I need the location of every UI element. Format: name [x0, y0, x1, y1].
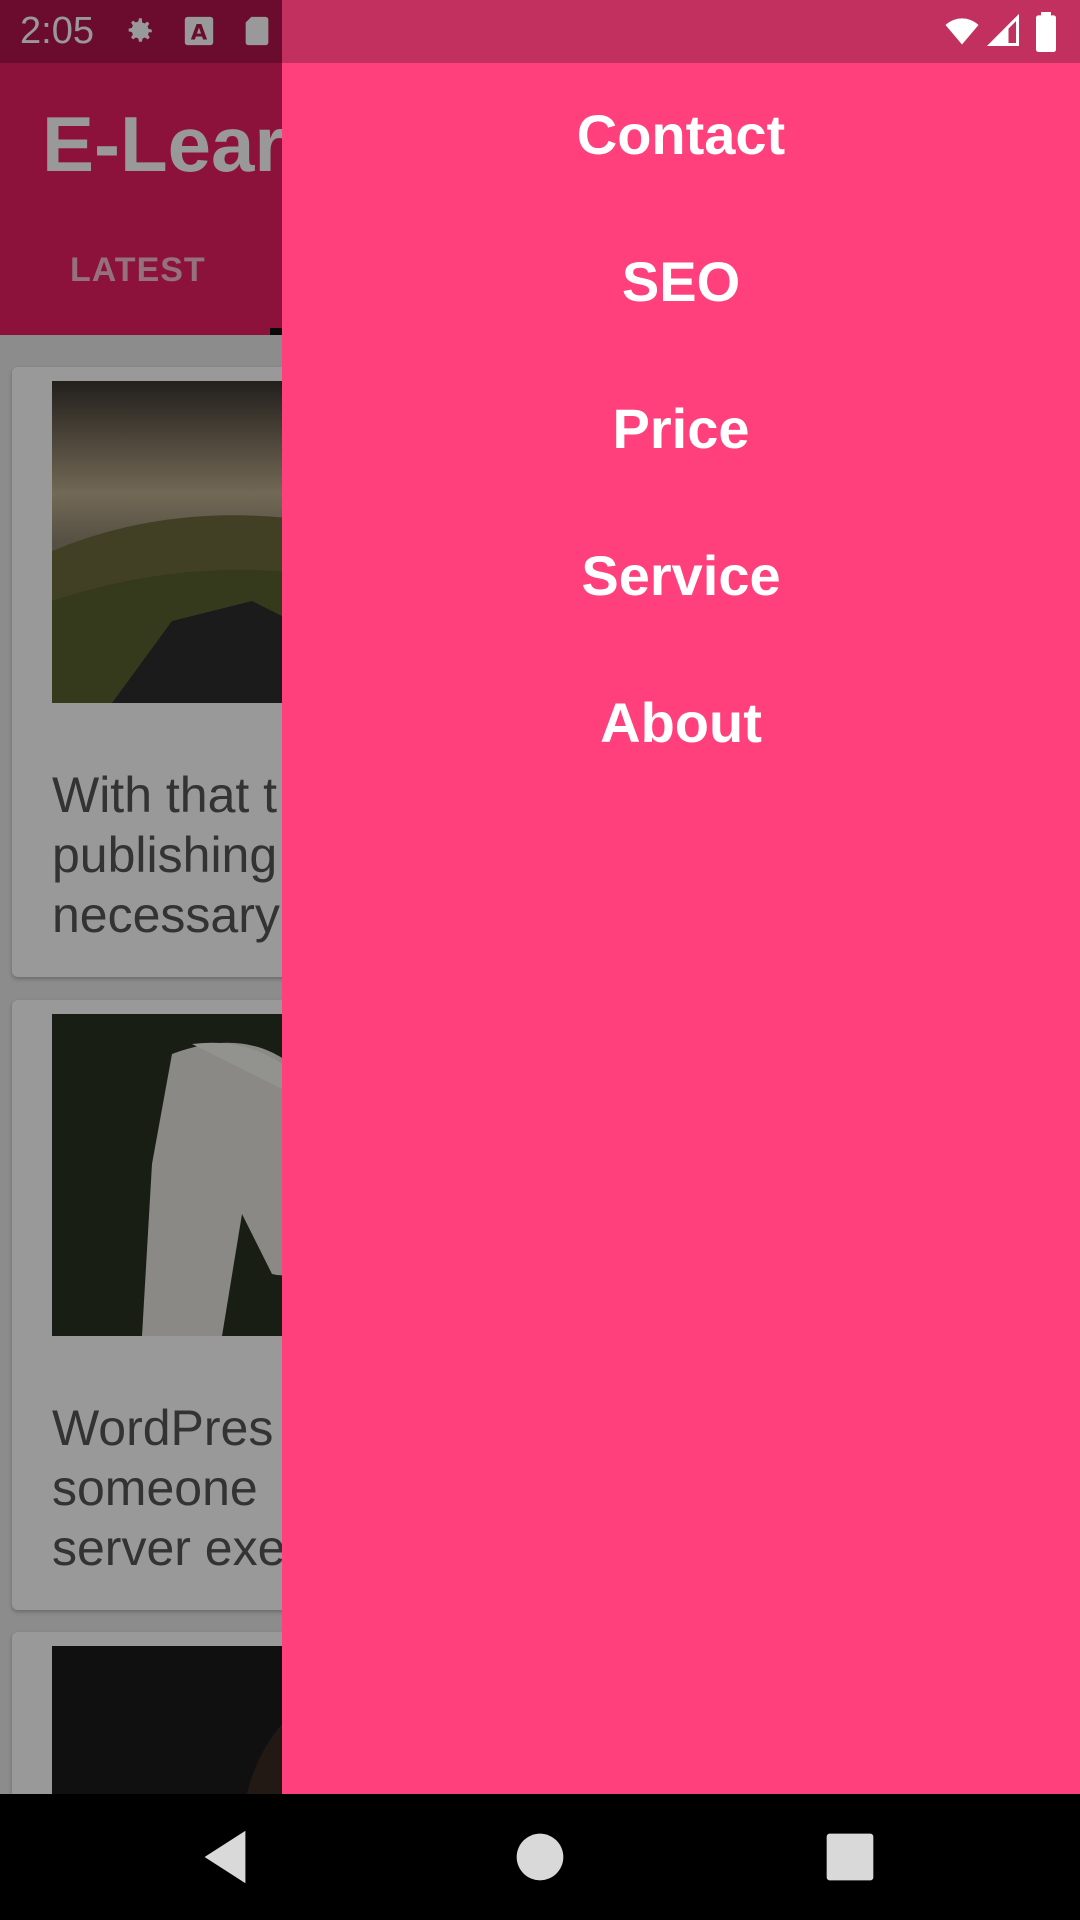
drawer-item-price[interactable]: Price	[282, 374, 1080, 484]
wifi-icon	[945, 18, 979, 45]
back-icon[interactable]	[190, 1822, 260, 1892]
navigation-bar	[0, 1794, 1080, 1920]
drawer-status-bar	[282, 0, 1080, 63]
drawer-item-contact[interactable]: Contact	[282, 80, 1080, 190]
signal-icon	[986, 13, 1019, 46]
navigation-drawer: Contact SEO Price Service About	[282, 63, 1080, 1794]
drawer-item-seo[interactable]: SEO	[282, 227, 1080, 337]
home-icon[interactable]	[505, 1822, 575, 1892]
recents-icon[interactable]	[815, 1822, 885, 1892]
drawer-item-about[interactable]: About	[282, 668, 1080, 778]
drawer-item-service[interactable]: Service	[282, 521, 1080, 631]
battery-icon	[1036, 12, 1056, 52]
